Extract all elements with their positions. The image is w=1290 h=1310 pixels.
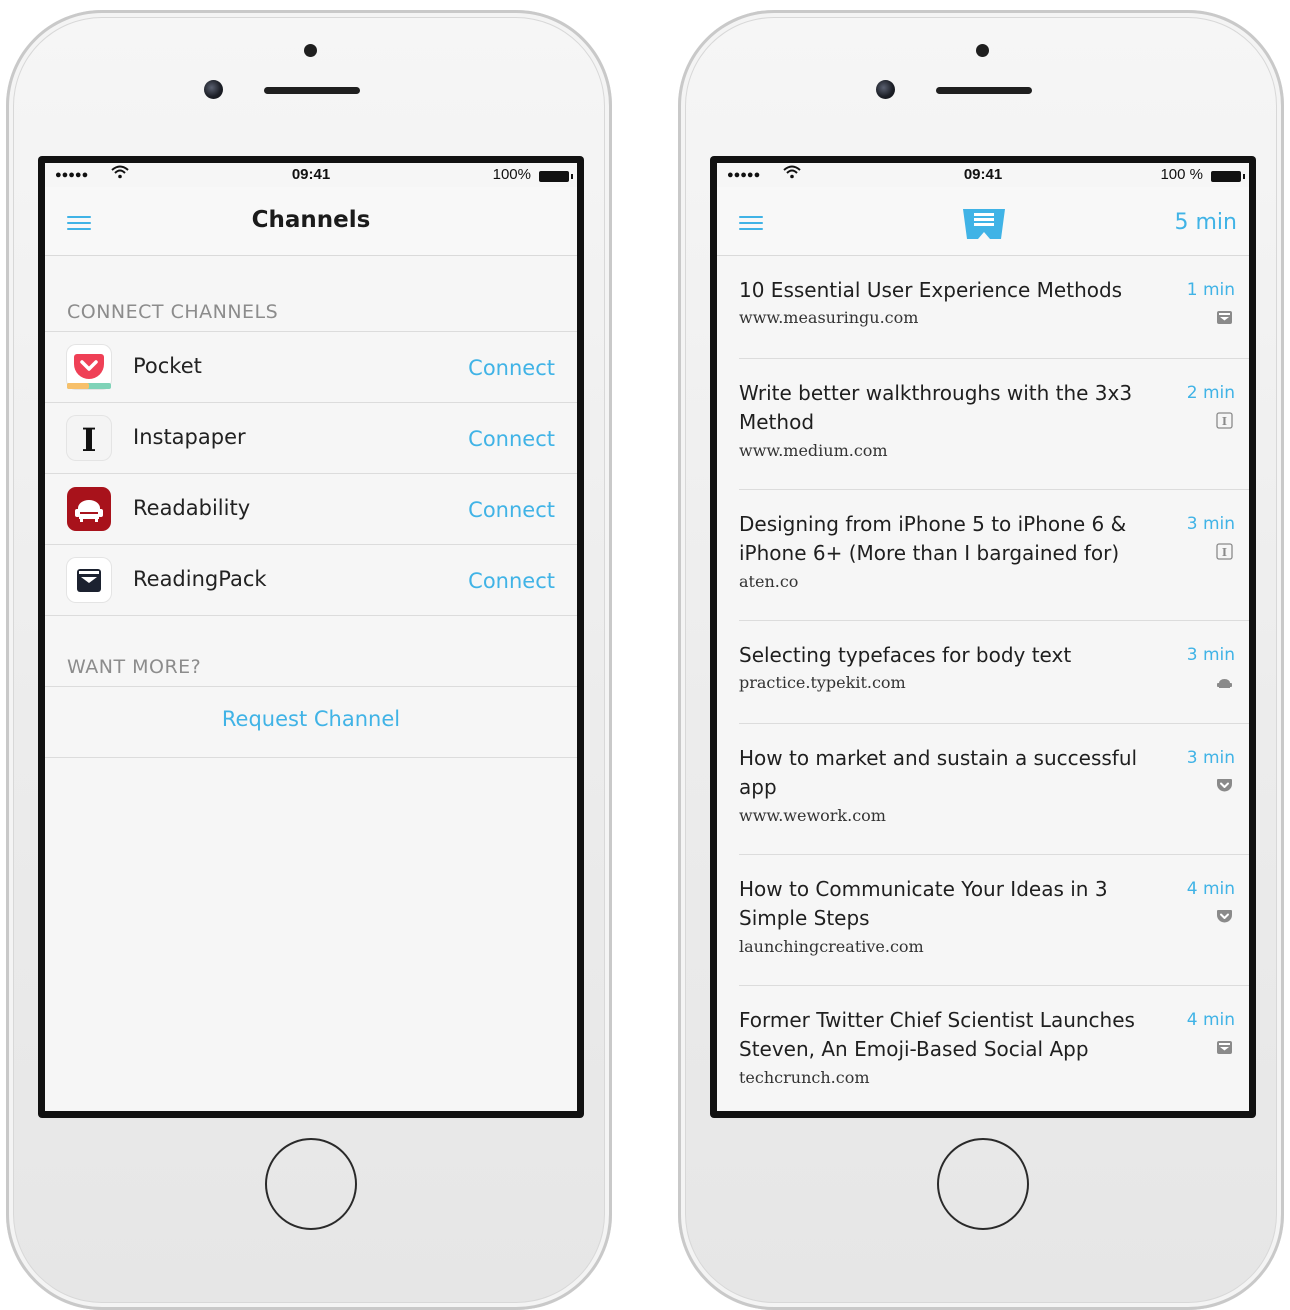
screen-frame: ●●●●● 09:41 100% Channels CONNECT CHANNE…: [38, 156, 584, 1118]
article-read-time: 1 min: [1186, 280, 1235, 300]
svg-text:I: I: [1222, 546, 1227, 559]
connect-readingpack-button[interactable]: Connect: [468, 569, 555, 593]
article-domain: aten.co: [739, 572, 799, 591]
page-title: Channels: [251, 207, 371, 233]
pocket-icon: [1216, 908, 1233, 925]
screen-frame: ●●●●● 09:41 100 % 5 min 10 Essential Use…: [710, 156, 1256, 1118]
readingpack-icon: [67, 558, 111, 602]
article-title: Former Twitter Chief Scientist Launches …: [739, 1008, 1135, 1061]
article-domain: www.wework.com: [739, 806, 886, 825]
channel-name: Readability: [133, 496, 251, 520]
svg-text:I: I: [82, 421, 97, 459]
channel-row-instapaper[interactable]: I Instapaper Connect: [45, 403, 577, 473]
battery-percent: 100 %: [1160, 166, 1203, 183]
divider: [45, 615, 577, 616]
readability-icon: [67, 487, 111, 531]
article-row[interactable]: How to Communicate Your Ideas in 3 Simpl…: [717, 855, 1249, 986]
instapaper-icon: I: [67, 416, 111, 460]
channel-name: ReadingPack: [133, 567, 267, 591]
battery-icon: [1211, 171, 1245, 182]
phone-right: ●●●●● 09:41 100 % 5 min 10 Essential Use…: [678, 10, 1284, 1310]
pocket-icon: [67, 345, 111, 389]
channel-row-pocket[interactable]: Pocket Connect: [45, 332, 577, 402]
connect-readability-button[interactable]: Connect: [468, 498, 555, 522]
status-bar: ●●●●● 09:41 100 %: [717, 163, 1249, 187]
article-row[interactable]: How to market and sustain a successful a…: [717, 724, 1249, 855]
reading-list-screen: ●●●●● 09:41 100 % 5 min 10 Essential Use…: [717, 163, 1249, 1111]
instapaper-icon: I: [1216, 543, 1233, 560]
home-button[interactable]: [265, 1138, 357, 1230]
home-button[interactable]: [937, 1138, 1029, 1230]
article-read-time: 4 min: [1186, 1010, 1235, 1030]
sensor-dot: [304, 44, 317, 57]
battery-icon: [539, 171, 573, 182]
divider: [45, 757, 577, 758]
svg-text:I: I: [1222, 415, 1227, 428]
pocket-icon: [1216, 777, 1233, 794]
nav-bar: 5 min: [717, 187, 1249, 256]
readability-icon: [1216, 674, 1233, 691]
article-row[interactable]: Selecting typefaces for body text practic…: [717, 621, 1249, 724]
article-read-time: 3 min: [1186, 514, 1235, 534]
section-connect-channels: CONNECT CHANNELS: [67, 301, 279, 323]
earpiece-speaker: [936, 87, 1032, 94]
phone-left: ●●●●● 09:41 100% Channels CONNECT CHANNE…: [6, 10, 612, 1310]
article-domain: launchingcreative.com: [739, 937, 924, 956]
connect-pocket-button[interactable]: Connect: [468, 356, 555, 380]
article-row[interactable]: Designing from iPhone 5 to iPhone 6 & iP…: [717, 490, 1249, 621]
section-want-more: WANT MORE?: [67, 656, 202, 678]
article-domain: www.medium.com: [739, 441, 888, 460]
channel-row-readingpack[interactable]: ReadingPack Connect: [45, 545, 577, 615]
article-title: Designing from iPhone 5 to iPhone 6 & iP…: [739, 512, 1127, 565]
total-read-time: 5 min: [1174, 210, 1237, 235]
article-title: 10 Essential User Experience Methods: [739, 278, 1123, 302]
article-read-time: 2 min: [1186, 383, 1235, 403]
article-domain: practice.typekit.com: [739, 673, 906, 692]
readingpack-icon: [1216, 1039, 1233, 1056]
article-read-time: 3 min: [1186, 645, 1235, 665]
front-camera: [876, 80, 895, 99]
instapaper-icon: I: [1216, 412, 1233, 429]
article-row[interactable]: Former Twitter Chief Scientist Launches …: [717, 986, 1249, 1111]
request-channel-button[interactable]: Request Channel: [45, 707, 577, 731]
readingpack-icon: [1216, 309, 1233, 326]
channel-name: Instapaper: [133, 425, 246, 449]
article-read-time: 3 min: [1186, 748, 1235, 768]
channels-screen: ●●●●● 09:41 100% Channels CONNECT CHANNE…: [45, 163, 577, 1111]
channel-name: Pocket: [133, 354, 202, 378]
app-logo-icon: [959, 205, 1009, 241]
menu-icon[interactable]: [739, 216, 763, 230]
divider: [45, 686, 577, 687]
nav-bar: Channels: [45, 187, 577, 256]
article-domain: techcrunch.com: [739, 1068, 870, 1087]
sensor-dot: [976, 44, 989, 57]
article-domain: www.measuringu.com: [739, 308, 919, 327]
article-title: Selecting typefaces for body text: [739, 643, 1072, 667]
battery-percent: 100%: [492, 166, 531, 183]
earpiece-speaker: [264, 87, 360, 94]
front-camera: [204, 80, 223, 99]
article-title: How to market and sustain a successful a…: [739, 746, 1138, 799]
status-bar: ●●●●● 09:41 100%: [45, 163, 577, 187]
article-title: Write better walkthroughs with the 3x3 M…: [739, 381, 1133, 434]
connect-instapaper-button[interactable]: Connect: [468, 427, 555, 451]
article-row[interactable]: Write better walkthroughs with the 3x3 M…: [717, 359, 1249, 490]
channel-row-readability[interactable]: Readability Connect: [45, 474, 577, 544]
article-read-time: 4 min: [1186, 879, 1235, 899]
article-title: How to Communicate Your Ideas in 3 Simpl…: [739, 877, 1108, 930]
article-row[interactable]: 10 Essential User Experience Methods www.…: [717, 256, 1249, 359]
